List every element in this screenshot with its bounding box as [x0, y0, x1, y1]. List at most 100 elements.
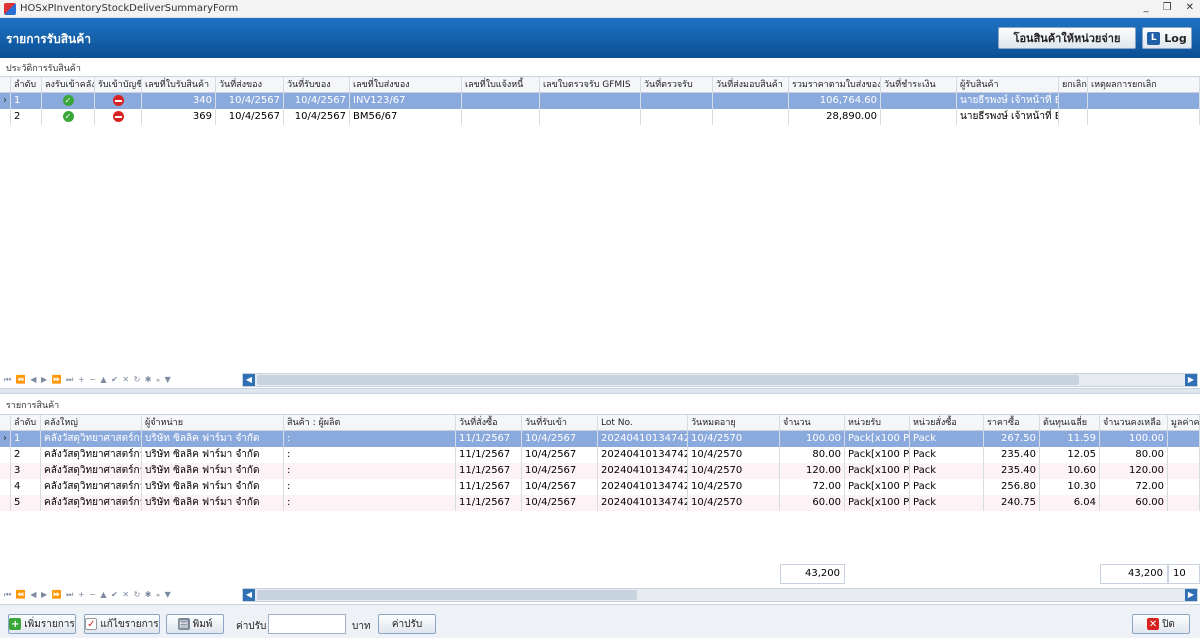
col-header[interactable]: วันหมดอายุ: [688, 415, 780, 431]
adjust-amount-input[interactable]: [268, 614, 346, 634]
history-hscrollbar[interactable]: ◀ ▶: [242, 373, 1198, 387]
cell-order-unit: Pack: [910, 463, 984, 479]
history-row[interactable]: 2 ✓ 369 10/4/2567 10/4/2567 BM56/67 28,8…: [0, 109, 1200, 125]
cell-order-date: 11/1/2567: [456, 431, 522, 447]
col-header[interactable]: รวมราคาตามใบส่งของ: [789, 77, 881, 93]
cell-avg: 10.60: [1040, 463, 1100, 479]
col-header[interactable]: หน่วยสั่งซื้อ: [910, 415, 984, 431]
edit-item-button[interactable]: ✓ แก้ไขรายการ: [84, 614, 160, 634]
cell-value: [1168, 431, 1200, 447]
history-row[interactable]: › 1 ✓ 340 10/4/2567 10/4/2567 INV123/67 …: [0, 93, 1200, 109]
cell-store: คลังวัสดุวิทยาศาสตร์การแพ: [41, 447, 142, 463]
scroll-thumb[interactable]: [257, 375, 1079, 385]
cell-recv-unit: Pack[x100 PC: [845, 447, 910, 463]
close-button[interactable]: ✕ ปิด: [1132, 614, 1190, 634]
col-header[interactable]: จำนวน: [780, 415, 845, 431]
col-header[interactable]: Lot No.: [598, 415, 688, 431]
cell-value: [1168, 479, 1200, 495]
item-row[interactable]: 2 คลังวัสดุวิทยาศาสตร์การแพ บริษัท ซิลลิ…: [0, 447, 1200, 463]
add-item-button[interactable]: + เพิ่มรายการ: [8, 614, 76, 634]
row-indicator-header: [0, 415, 11, 431]
scroll-left-icon[interactable]: ◀: [243, 589, 255, 601]
items-grid[interactable]: ลำดับ คลังใหญ่ ผู้จำหน่าย สินค้า : ผู้ผล…: [0, 414, 1200, 560]
col-header[interactable]: ยกเลิก: [1059, 77, 1088, 93]
scroll-thumb[interactable]: [257, 590, 637, 600]
window-title: HOSxPInventoryStockDeliverSummaryForm: [20, 3, 239, 14]
items-hscrollbar[interactable]: ◀ ▶: [242, 588, 1198, 602]
cell-no: 2: [11, 447, 41, 463]
cell-price: 235.40: [984, 447, 1040, 463]
col-header[interactable]: ผู้รับสินค้า: [957, 77, 1059, 93]
splitter[interactable]: [0, 388, 1200, 394]
col-header[interactable]: เลขที่ใบรับสินค้า: [142, 77, 216, 93]
cell-remain: 80.00: [1100, 447, 1168, 463]
app-icon: [4, 2, 16, 15]
col-header[interactable]: เลขที่ใบแจ้งหนี้: [462, 77, 540, 93]
col-header[interactable]: หน่วยรับ: [845, 415, 910, 431]
col-header[interactable]: รับเข้าบัญชี: [95, 77, 142, 93]
col-header[interactable]: วันที่รับของ: [284, 77, 350, 93]
col-header[interactable]: ลำดับ: [11, 77, 42, 93]
cell-remain: 72.00: [1100, 479, 1168, 495]
adjust-button[interactable]: ค่าปรับ: [378, 614, 436, 634]
col-header[interactable]: คลังใหญ่: [41, 415, 142, 431]
col-header[interactable]: ผู้จำหน่าย: [142, 415, 284, 431]
cell-store: คลังวัสดุวิทยาศาสตร์การแพ: [41, 479, 142, 495]
total-value: 10: [1168, 564, 1200, 584]
col-header[interactable]: สินค้า : ผู้ผลิต: [284, 415, 456, 431]
col-header[interactable]: จำนวนคงเหลือ: [1100, 415, 1168, 431]
col-header[interactable]: ลงรับเข้าคลัง: [42, 77, 95, 93]
col-header[interactable]: เลขที่ใบส่งของ: [350, 77, 462, 93]
cell-lot: 20240410134742: [598, 431, 688, 447]
cell-product: :: [284, 495, 456, 511]
print-button[interactable]: ▤ พิมพ์: [166, 614, 224, 634]
plus-icon: +: [9, 618, 22, 630]
item-row[interactable]: 4 คลังวัสดุวิทยาศาสตร์การแพ บริษัท ซิลลิ…: [0, 479, 1200, 495]
col-header[interactable]: เลขใบตรวจรับ GFMIS: [540, 77, 641, 93]
scroll-right-icon[interactable]: ▶: [1185, 374, 1197, 386]
log-button[interactable]: L Log: [1142, 27, 1192, 49]
history-navigator[interactable]: ⏮ ⏪ ◀ ▶ ⏩ ⏭ + − ▲ ✔ ✕ ↻ ✱ ⁎ ▼: [0, 373, 240, 387]
cell-reason: [1088, 109, 1200, 125]
col-header[interactable]: ต้นทุนเฉลี่ย: [1040, 415, 1100, 431]
cell-pay-date: [881, 93, 957, 109]
maximize-button[interactable]: ❐: [1163, 2, 1172, 13]
cell-bill-no: [462, 93, 540, 109]
cell-value: [1168, 463, 1200, 479]
minimize-button[interactable]: _: [1144, 2, 1149, 13]
cell-total: 106,764.60: [789, 93, 881, 109]
items-section-label: รายการสินค้า: [6, 401, 60, 411]
col-header[interactable]: วันที่ส่งมอบสินค้า: [713, 77, 789, 93]
col-header[interactable]: มูลค่าคง: [1168, 415, 1200, 431]
col-header[interactable]: ลำดับ: [11, 415, 41, 431]
item-row[interactable]: 5 คลังวัสดุวิทยาศาสตร์การแพ บริษัท ซิลลิ…: [0, 495, 1200, 511]
col-header[interactable]: ราคาซื้อ: [984, 415, 1040, 431]
col-header[interactable]: วันที่ส่งของ: [216, 77, 284, 93]
transfer-button[interactable]: โอนสินค้าให้หน่วยจ่าย: [998, 27, 1136, 49]
close-window-button[interactable]: ✕: [1186, 2, 1194, 13]
items-navigator[interactable]: ⏮ ⏪ ◀ ▶ ⏩ ⏭ + − ▲ ✔ ✕ ↻ ✱ ⁎ ▼: [0, 588, 240, 602]
scroll-left-icon[interactable]: ◀: [243, 374, 255, 386]
col-header[interactable]: วันที่รับเข้า: [522, 415, 598, 431]
col-header[interactable]: วันที่ตรวจรับ: [641, 77, 713, 93]
col-header[interactable]: วันที่สั่งซื้อ: [456, 415, 522, 431]
add-item-label: เพิ่มรายการ: [24, 618, 75, 630]
item-row[interactable]: 3 คลังวัสดุวิทยาศาสตร์การแพ บริษัท ซิลลิ…: [0, 463, 1200, 479]
cell-store: คลังวัสดุวิทยาศาสตร์การแพ: [41, 495, 142, 511]
col-header[interactable]: เหตุผลการยกเลิก: [1088, 77, 1200, 93]
col-header[interactable]: วันที่ชำระเงิน: [881, 77, 957, 93]
scroll-right-icon[interactable]: ▶: [1185, 589, 1197, 601]
item-row[interactable]: › 1 คลังวัสดุวิทยาศาสตร์การแพ บริษัท ซิล…: [0, 431, 1200, 447]
row-indicator: [0, 447, 11, 463]
cell-send-date: 10/4/2567: [216, 109, 284, 125]
cell-receipt-no: 340: [142, 93, 216, 109]
printer-icon: ▤: [177, 618, 190, 630]
cell-order-unit: Pack: [910, 431, 984, 447]
cell-qty: 100.00: [780, 431, 845, 447]
cell-no: 3: [11, 463, 41, 479]
cell-price: 240.75: [984, 495, 1040, 511]
history-grid[interactable]: ลำดับ ลงรับเข้าคลัง รับเข้าบัญชี เลขที่ใ…: [0, 76, 1200, 372]
row-indicator: [0, 479, 11, 495]
cell-no: 2: [11, 109, 42, 125]
cell-avg: 10.30: [1040, 479, 1100, 495]
